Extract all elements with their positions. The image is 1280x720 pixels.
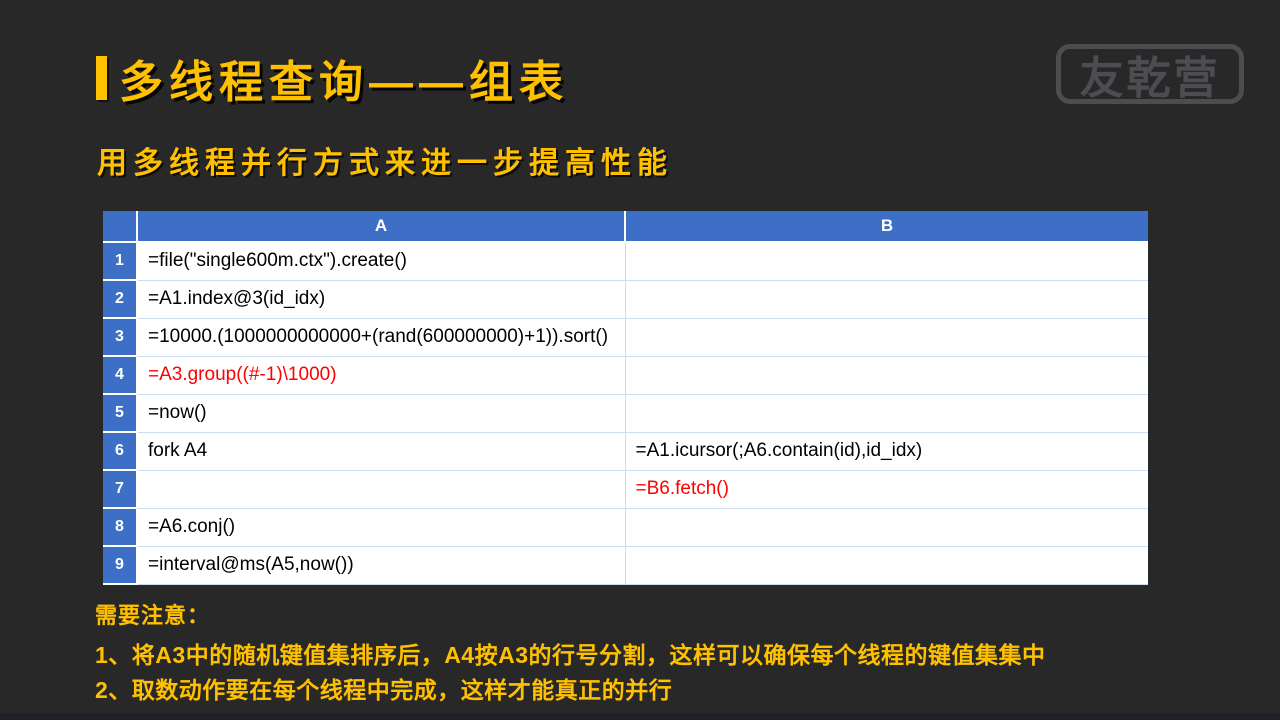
cell-b5 (624, 394, 1148, 433)
presentation-slide: 多线程查询——组表 友乾营 用多线程并行方式来进一步提高性能 A B 1 =fi… (0, 0, 1280, 720)
table-row: 1 =file("single600m.ctx").create() (103, 241, 1148, 281)
spreadsheet-table: A B 1 =file("single600m.ctx").create() 2… (103, 211, 1148, 585)
slide-title-block: 多线程查询——组表 (96, 46, 569, 110)
notes-heading: 需要注意： (95, 603, 211, 628)
cell-a3: =10000.(1000000000000+(rand(600000000)+1… (137, 318, 625, 357)
cell-a6: fork A4 (137, 432, 625, 471)
note-line-1: 1、将A3中的随机键值集排序后，A4按A3的行号分割，这样可以确保每个线程的键值… (95, 642, 1046, 668)
note-line-2: 2、取数动作要在每个线程中完成，这样才能真正的并行 (95, 677, 673, 703)
table-row: 8 =A6.conj() (103, 507, 1148, 547)
column-header-a: A (136, 211, 626, 243)
cell-a1: =file("single600m.ctx").create() (137, 242, 625, 281)
row-number: 1 (103, 241, 138, 281)
column-header-b: B (624, 211, 1148, 243)
cell-b8 (624, 508, 1148, 547)
cell-b2 (624, 280, 1148, 319)
cell-a7 (137, 470, 625, 509)
row-number: 7 (103, 469, 138, 509)
table-row: 4 =A3.group((#-1)\1000) (103, 355, 1148, 395)
page-title: 多线程查询——组表 (119, 58, 569, 107)
slide-bottom-strip (0, 713, 1280, 720)
cell-a4: =A3.group((#-1)\1000) (137, 356, 625, 395)
column-header-row: A B (103, 211, 1148, 243)
table-row: 7 =B6.fetch() (103, 469, 1148, 509)
table-row: 5 =now() (103, 393, 1148, 433)
corner-cell (103, 211, 138, 243)
cell-b4 (624, 356, 1148, 395)
cell-a8: =A6.conj() (137, 508, 625, 547)
cell-a9: =interval@ms(A5,now()) (137, 546, 625, 585)
title-accent-bar (96, 56, 107, 100)
row-number: 9 (103, 545, 138, 585)
notes-block: 需要注意： 1、将A3中的随机键值集排序后，A4按A3的行号分割，这样可以确保每… (95, 598, 1046, 708)
cell-a5: =now() (137, 394, 625, 433)
brand-logo: 友乾营 (1056, 44, 1244, 104)
cell-b6: =A1.icursor(;A6.contain(id),id_idx) (624, 432, 1148, 471)
table-row: 6 fork A4 =A1.icursor(;A6.contain(id),id… (103, 431, 1148, 471)
row-number: 3 (103, 317, 138, 357)
row-number: 8 (103, 507, 138, 547)
cell-a2: =A1.index@3(id_idx) (137, 280, 625, 319)
row-number: 5 (103, 393, 138, 433)
table-row: 3 =10000.(1000000000000+(rand(600000000)… (103, 317, 1148, 357)
slide-subtitle: 用多线程并行方式来进一步提高性能 (97, 147, 673, 180)
row-number: 6 (103, 431, 138, 471)
table-row: 9 =interval@ms(A5,now()) (103, 545, 1148, 585)
cell-b3 (624, 318, 1148, 357)
row-number: 4 (103, 355, 138, 395)
cell-b9 (624, 546, 1148, 585)
brand-logo-text: 友乾营 (1079, 54, 1221, 103)
row-number: 2 (103, 279, 138, 319)
cell-b7: =B6.fetch() (624, 470, 1148, 509)
table-row: 2 =A1.index@3(id_idx) (103, 279, 1148, 319)
cell-b1 (624, 242, 1148, 281)
